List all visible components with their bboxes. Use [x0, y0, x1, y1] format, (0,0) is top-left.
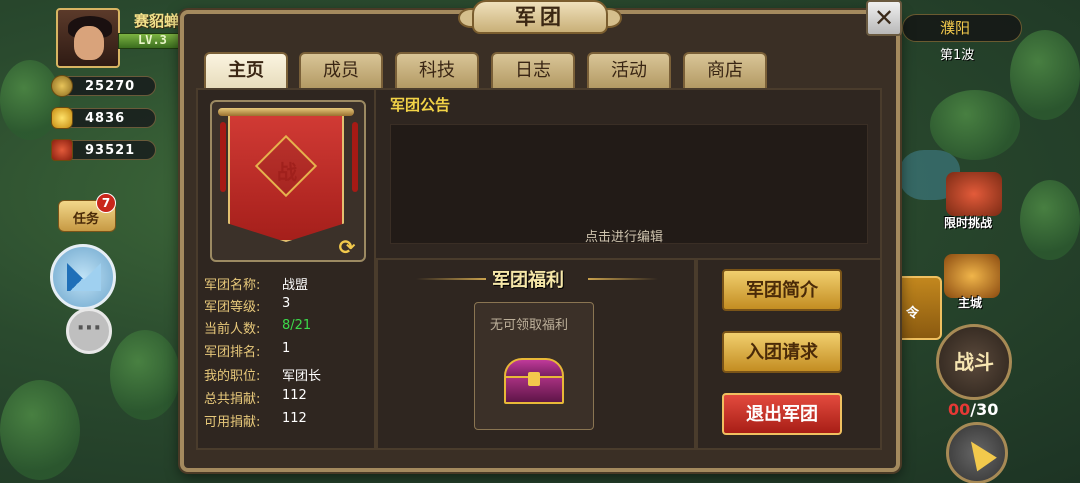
main-city-label: 主城 — [958, 296, 983, 310]
map-tree — [1020, 180, 1080, 260]
treasure-chest-icon — [504, 358, 564, 404]
token-counter[interactable]: 93521 — [51, 139, 156, 161]
banner-tassel-left — [220, 122, 226, 192]
dialog-title-plaque: 军团 — [472, 0, 608, 34]
info-value: 112 — [282, 411, 307, 426]
welfare-empty-text: 无可领取福利 — [490, 318, 569, 333]
city-name: 濮阳 — [940, 19, 971, 37]
banner-tassel-right — [352, 122, 358, 192]
player-level: LV.3 — [138, 33, 167, 47]
info-key: 我的职位: — [204, 369, 261, 384]
chest-lock — [528, 372, 540, 386]
m-logo-icon — [67, 263, 101, 291]
copper-value: 25270 — [85, 79, 136, 94]
side-order-label: 令 — [906, 306, 920, 321]
info-value: 战盟 — [282, 278, 309, 293]
ingot-counter[interactable]: 4836 — [51, 107, 156, 129]
info-key: 可用捐献: — [204, 415, 261, 430]
battle-count: 00/30 — [948, 400, 998, 419]
chat-button[interactable]: ··· — [66, 308, 112, 354]
notice-edit-hint[interactable]: 点击进行编辑 — [585, 226, 663, 245]
avatar-face — [74, 26, 104, 60]
tab-tech[interactable]: 科技 — [395, 52, 479, 88]
info-value: 军团长 — [282, 369, 322, 384]
info-value: 1 — [282, 341, 291, 356]
navigation-arrow-button[interactable] — [946, 422, 1008, 483]
info-value: 8/21 — [282, 318, 312, 333]
map-tree — [0, 380, 80, 480]
info-key: 总共捐献: — [204, 392, 261, 407]
info-key: 军团等级: — [204, 300, 261, 315]
quest-count-badge: 7 — [96, 193, 116, 213]
player-name: 赛貂蝉 — [134, 12, 180, 30]
side-order-tab[interactable]: 令 — [900, 276, 942, 340]
token-value: 93521 — [85, 143, 136, 158]
welfare-deco-right — [588, 278, 658, 280]
map-tree — [1010, 30, 1080, 120]
army-token-icon — [51, 139, 73, 161]
dialog-title: 军团 — [515, 5, 565, 29]
copper-counter[interactable]: 25270 — [51, 75, 156, 97]
refresh-icon[interactable]: ⟳ — [336, 236, 358, 258]
legion-intro-button[interactable]: 军团简介 — [722, 269, 842, 311]
tab-members[interactable]: 成员 — [299, 52, 383, 88]
battle-button[interactable]: 战斗 — [936, 324, 1012, 400]
quit-legion-button[interactable]: 退出军团 — [722, 393, 842, 435]
limited-challenge-label: 限时挑战 — [944, 216, 993, 230]
player-avatar[interactable] — [56, 8, 120, 68]
ingot-value: 4836 — [85, 111, 126, 126]
floating-app-icon[interactable] — [50, 244, 116, 310]
battle-current: 00 — [948, 400, 971, 419]
tab-log[interactable]: 日志 — [491, 52, 575, 88]
tab-home[interactable]: 主页 — [204, 52, 288, 88]
join-requests-button[interactable]: 入团请求 — [722, 331, 842, 373]
map-tree — [110, 330, 180, 420]
wave-indicator: 第1波 — [940, 48, 975, 63]
close-button[interactable]: ✕ — [866, 0, 902, 36]
quest-label: 任务 — [73, 212, 100, 227]
info-value: 3 — [282, 296, 291, 311]
tab-shop[interactable]: 商店 — [683, 52, 767, 88]
arrow-icon — [961, 434, 997, 472]
main-city-icon[interactable] — [944, 254, 1000, 298]
map-tree — [930, 90, 1020, 160]
info-key: 当前人数: — [204, 322, 261, 337]
welfare-deco-left — [416, 278, 486, 280]
banner-character: 战 — [277, 160, 297, 184]
welfare-title: 军团福利 — [492, 270, 564, 291]
notice-title: 军团公告 — [390, 96, 451, 114]
info-value: 112 — [282, 388, 307, 403]
copper-coin-icon — [51, 75, 73, 97]
map-tree — [0, 60, 60, 140]
info-key: 军团排名: — [204, 345, 261, 360]
info-key: 军团名称: — [204, 278, 261, 293]
banner-rod — [218, 108, 354, 116]
tab-activity[interactable]: 活动 — [587, 52, 671, 88]
gold-ingot-icon — [51, 107, 73, 129]
battle-max: /30 — [970, 400, 999, 419]
limited-challenge-icon[interactable] — [946, 172, 1002, 216]
